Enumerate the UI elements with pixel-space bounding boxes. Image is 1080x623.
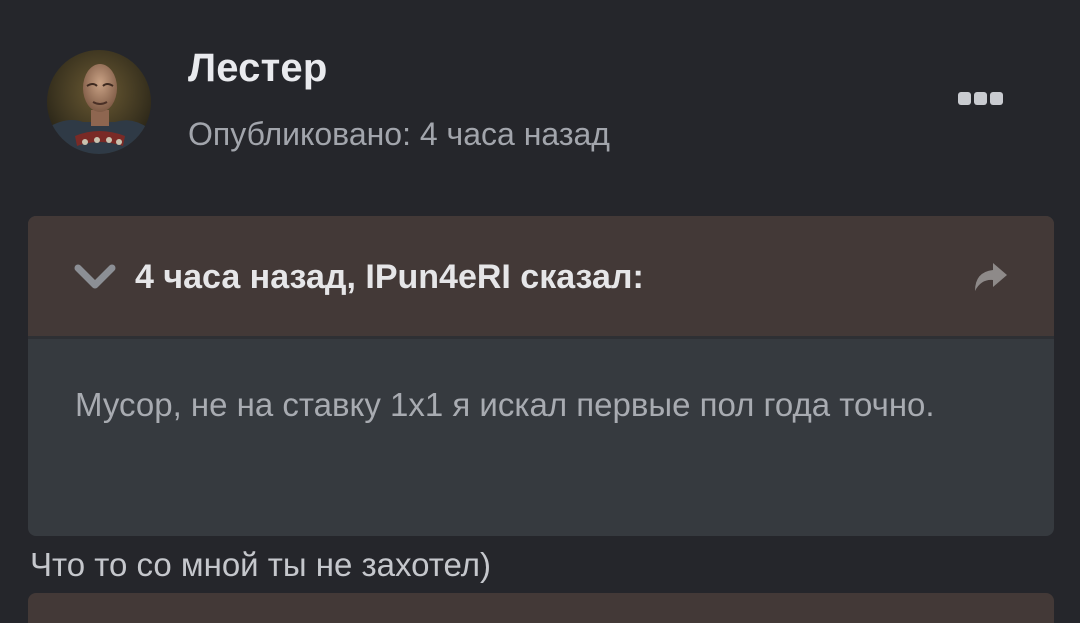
published-time: Опубликовано: 4 часа назад bbox=[188, 116, 610, 152]
more-options-button[interactable] bbox=[958, 88, 1006, 108]
avatar-image bbox=[47, 50, 151, 154]
avatar[interactable] bbox=[47, 50, 151, 154]
author-name[interactable]: Лестер bbox=[188, 42, 328, 94]
share-arrow-icon[interactable] bbox=[971, 259, 1011, 295]
next-quote-block bbox=[28, 593, 1054, 623]
quote-block: 4 часа назад, IPun4eRI сказал: Мусор, не… bbox=[28, 216, 1054, 536]
more-icon bbox=[958, 91, 971, 105]
chevron-down-icon[interactable] bbox=[74, 262, 116, 292]
post-page: Лестер Опубликовано: 4 часа назад 4 часа… bbox=[0, 0, 1080, 623]
more-icon-dot bbox=[990, 91, 1003, 105]
quote-text: Мусор, не на ставку 1х1 я искал первые п… bbox=[75, 386, 935, 423]
more-icon-dot bbox=[974, 91, 987, 105]
quote-citation: 4 часа назад, IPun4eRI сказал: bbox=[135, 258, 644, 296]
post-text: Что то со мной ты не захотел) bbox=[30, 546, 492, 583]
quote-header[interactable]: 4 часа назад, IPun4eRI сказал: bbox=[28, 216, 1054, 339]
